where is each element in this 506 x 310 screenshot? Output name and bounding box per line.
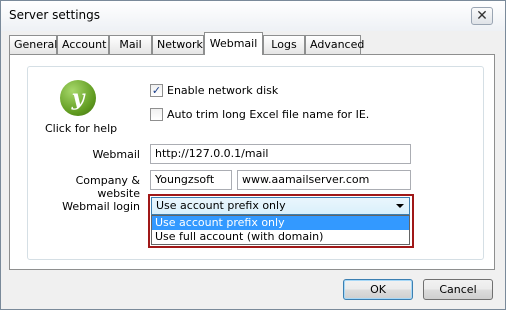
tab-logs[interactable]: Logs — [263, 35, 305, 54]
company-website-label: Company & website — [75, 174, 140, 200]
window-title: Server settings — [9, 8, 101, 22]
chevron-down-icon — [396, 204, 404, 208]
webmail-login-selected-value: Use account prefix only — [156, 199, 286, 212]
tab-mail[interactable]: Mail — [109, 35, 152, 54]
webmail-login-label: Webmail login — [62, 200, 140, 213]
help-link[interactable]: Click for help — [45, 122, 117, 135]
webmail-login-select[interactable]: Use account prefix only — [151, 197, 410, 215]
tab-general[interactable]: General — [9, 35, 57, 54]
option-use-account-prefix[interactable]: Use account prefix only — [152, 216, 409, 230]
tab-webmail[interactable]: Webmail — [204, 32, 263, 55]
auto-trim-label: Auto trim long Excel file name for IE. — [167, 107, 370, 121]
ok-button[interactable]: OK — [343, 279, 413, 300]
option-use-full-account[interactable]: Use full account (with domain) — [152, 230, 409, 244]
cancel-button[interactable]: Cancel — [423, 279, 493, 300]
enable-network-disk-option[interactable]: ✓ Enable network disk — [150, 82, 278, 98]
title-bar: Server settings ✕ — [1, 1, 505, 31]
company-input[interactable]: Youngzsoft — [150, 170, 232, 190]
close-icon: ✕ — [476, 8, 488, 24]
auto-trim-checkbox[interactable] — [150, 107, 163, 121]
enable-network-disk-checkbox[interactable]: ✓ — [150, 83, 163, 97]
webmail-label: Webmail — [92, 148, 140, 161]
auto-trim-option[interactable]: Auto trim long Excel file name for IE. — [150, 106, 369, 122]
logo-glyph: y — [71, 85, 85, 111]
tab-account[interactable]: Account — [57, 35, 109, 54]
webmail-login-dropdown-list: Use account prefix only Use full account… — [151, 215, 410, 245]
tab-strip: General Account Mail Network Webmail Log… — [9, 32, 489, 55]
tab-advanced[interactable]: Advanced — [305, 35, 364, 54]
youngzsoft-logo-icon[interactable]: y — [60, 80, 96, 116]
tab-network[interactable]: Network — [152, 35, 204, 54]
webmail-url-input[interactable]: http://127.0.0.1/mail — [150, 144, 411, 164]
website-input[interactable]: www.aamailserver.com — [237, 170, 411, 190]
enable-network-disk-label: Enable network disk — [167, 83, 279, 97]
close-button[interactable]: ✕ — [471, 7, 493, 25]
